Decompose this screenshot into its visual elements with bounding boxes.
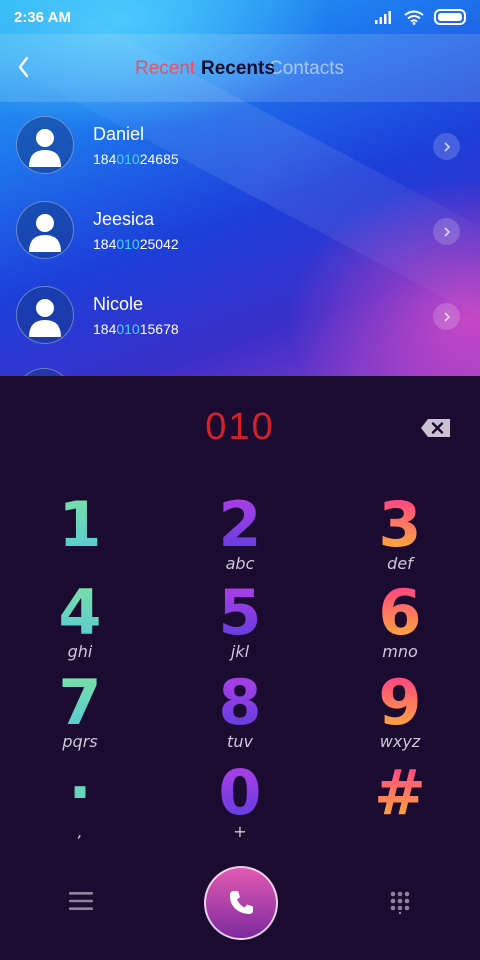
key-digit: 3 — [345, 494, 455, 556]
status-bar: 2:36 AM — [0, 0, 480, 34]
key-digit: · — [25, 762, 135, 824]
contact-row[interactable]: Nicole 18401015678 — [0, 272, 480, 357]
contact-name: Nicole — [93, 294, 144, 314]
signal-icon — [375, 11, 391, 24]
menu-icon[interactable] — [68, 890, 94, 912]
tab-recents[interactable]: Recents — [201, 58, 275, 80]
key-4[interactable]: 4 ghi — [25, 582, 135, 666]
key-6[interactable]: 6 mno — [345, 582, 455, 666]
backspace-icon[interactable] — [419, 416, 453, 440]
contacts-background: 2:36 AM Recent Contacts Recents Daniel 1… — [0, 0, 480, 376]
wifi-icon — [404, 10, 424, 25]
tab-strip: Recent Contacts Recents — [0, 58, 480, 88]
key-1[interactable]: 1 — [25, 494, 135, 578]
key-letters: def — [387, 554, 413, 573]
dialed-number: 010 — [205, 406, 275, 448]
key-digit: 4 — [25, 582, 135, 644]
key-letters: mno — [382, 642, 418, 661]
battery-icon — [434, 9, 466, 25]
key-digit: 8 — [185, 672, 295, 734]
key-letters: pqrs — [62, 732, 98, 751]
key-digit: 5 — [185, 582, 295, 644]
key-hash[interactable]: # — [345, 762, 455, 846]
avatar — [16, 286, 74, 344]
contact-list: Daniel 18401024685 Jeesica 18401025042 N… — [0, 102, 480, 376]
key-digit: 9 — [345, 672, 455, 734]
chevron-right-icon[interactable] — [433, 218, 460, 245]
person-icon — [29, 129, 61, 167]
key-letters: abc — [225, 554, 255, 573]
key-9[interactable]: 9 wxyz — [345, 672, 455, 756]
chevron-right-icon[interactable] — [433, 133, 460, 160]
contact-phone: 18401025042 — [93, 236, 179, 252]
key-digit: 2 — [185, 494, 295, 556]
key-digit: 6 — [345, 582, 455, 644]
header-bar: Recent Contacts Recents — [0, 34, 480, 102]
key-digit: 0 — [185, 762, 295, 824]
person-icon — [29, 214, 61, 252]
tab-contacts[interactable]: Contacts — [269, 58, 344, 80]
key-letters: + — [233, 822, 247, 841]
key-letters: jkl — [230, 642, 250, 661]
contact-row[interactable]: Daniel 18401024685 — [0, 102, 480, 187]
contact-name: Jeesica — [93, 209, 155, 229]
dialpad: 010 1 2 abc 3 def 4 ghi 5 jkl 6 mno 7 pq… — [0, 376, 480, 960]
key-digit: 7 — [25, 672, 135, 734]
key-digit: # — [345, 762, 455, 824]
key-3[interactable]: 3 def — [345, 494, 455, 578]
status-time: 2:36 AM — [14, 9, 71, 26]
key-letters: tuv — [227, 732, 253, 751]
person-icon — [29, 299, 61, 337]
phone-icon — [229, 891, 253, 914]
contact-row[interactable]: Jeesica 18401025042 — [0, 187, 480, 272]
status-icons — [374, 9, 466, 25]
avatar — [16, 201, 74, 259]
key-7[interactable]: 7 pqrs — [25, 672, 135, 756]
contact-phone: 18401024685 — [93, 151, 179, 167]
chevron-right-icon[interactable] — [433, 303, 460, 330]
contact-phone: 18401015678 — [93, 321, 179, 337]
tab-recent[interactable]: Recent — [135, 58, 195, 80]
key-0[interactable]: 0 + — [185, 762, 295, 846]
call-button[interactable] — [204, 866, 278, 940]
key-2[interactable]: 2 abc — [185, 494, 295, 578]
key-8[interactable]: 8 tuv — [185, 672, 295, 756]
key-letters: , — [77, 822, 83, 841]
avatar — [16, 116, 74, 174]
keypad-grid-icon[interactable] — [388, 890, 412, 914]
contact-name: Daniel — [93, 124, 145, 144]
key-letters: ghi — [67, 642, 93, 661]
key-digit: 1 — [25, 494, 135, 556]
key-star[interactable]: · , — [25, 762, 135, 846]
avatar-partial — [16, 368, 72, 376]
key-letters: wxyz — [379, 732, 421, 751]
key-5[interactable]: 5 jkl — [185, 582, 295, 666]
